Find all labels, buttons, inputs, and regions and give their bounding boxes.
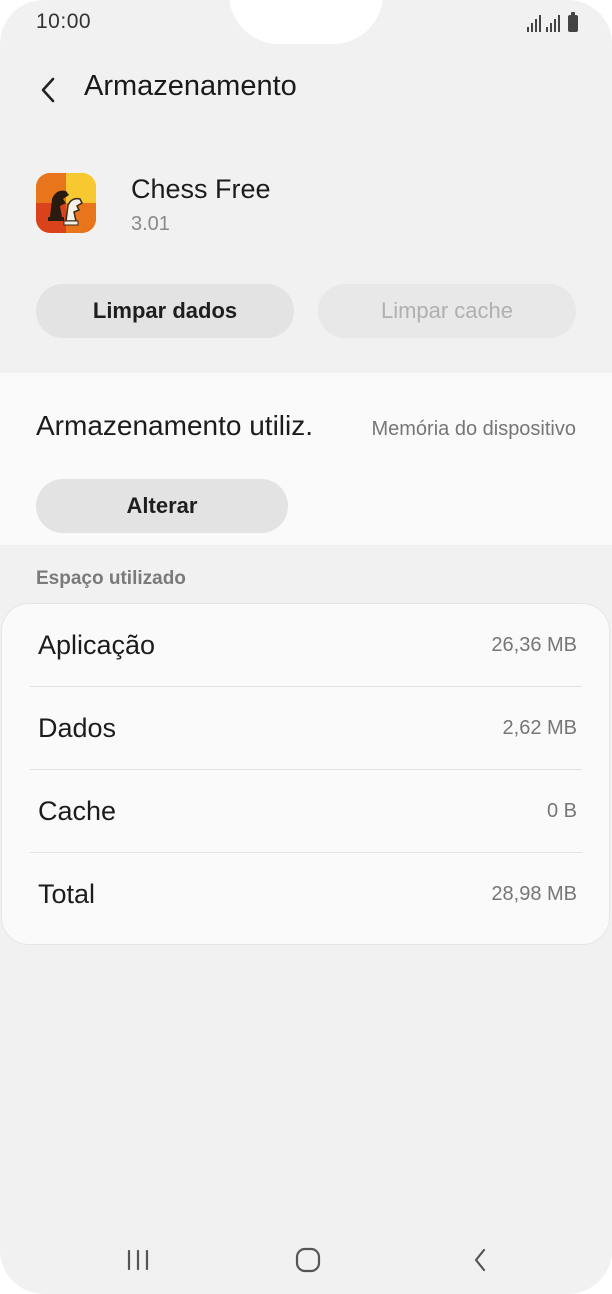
recent-apps-icon [127, 1249, 149, 1271]
navigation-bar [0, 1226, 612, 1294]
row-label-total: Total [38, 879, 96, 909]
row-label-cache: Cache [38, 796, 117, 826]
camera-notch [229, 0, 383, 44]
storage-location-value: Memória do dispositivo [371, 418, 576, 440]
storage-used-label: Armazenamento utiliz. [36, 410, 314, 441]
page-title: Armazenamento [84, 70, 297, 102]
list-item: Total 28,98 MB [30, 853, 582, 936]
section-title-space-used: Espaço utilizado [36, 568, 186, 589]
battery-icon [568, 12, 578, 32]
row-value-total: 28,98 MB [491, 883, 577, 905]
nav-back-button[interactable] [460, 1242, 500, 1278]
row-value-cache: 0 B [546, 800, 577, 822]
back-button[interactable] [30, 72, 66, 108]
phone-screen: 10:00 Armazenamento Chess Free 3.01 Limp… [0, 0, 612, 1294]
app-name: Chess Free [131, 174, 271, 204]
recent-apps-button[interactable] [118, 1242, 158, 1278]
list-item: Aplicação 26,36 MB [30, 604, 582, 687]
list-item: Cache 0 B [30, 770, 582, 853]
app-version: 3.01 [131, 213, 170, 235]
change-storage-button[interactable]: Alterar [36, 479, 288, 533]
back-icon [474, 1248, 486, 1272]
header: Armazenamento [0, 64, 612, 116]
chevron-left-icon [41, 77, 55, 103]
clear-data-button[interactable]: Limpar dados [36, 284, 294, 338]
signal-icon [527, 14, 541, 32]
row-label-application: Aplicação [38, 630, 156, 660]
home-button[interactable] [288, 1242, 328, 1278]
row-label-data: Dados [38, 713, 117, 743]
space-used-card: Aplicação 26,36 MB Dados 2,62 MB Cache 0… [1, 603, 610, 945]
row-value-data: 2,62 MB [502, 717, 577, 739]
status-time: 10:00 [36, 10, 92, 33]
storage-location-panel: Armazenamento utiliz. Memória do disposi… [0, 373, 612, 545]
home-icon [295, 1247, 321, 1273]
row-value-application: 26,36 MB [491, 634, 577, 656]
status-icons [527, 12, 578, 32]
chess-app-icon [36, 173, 96, 233]
signal-icon [546, 14, 560, 32]
clear-cache-button[interactable]: Limpar cache [318, 284, 576, 338]
list-item: Dados 2,62 MB [30, 687, 582, 770]
